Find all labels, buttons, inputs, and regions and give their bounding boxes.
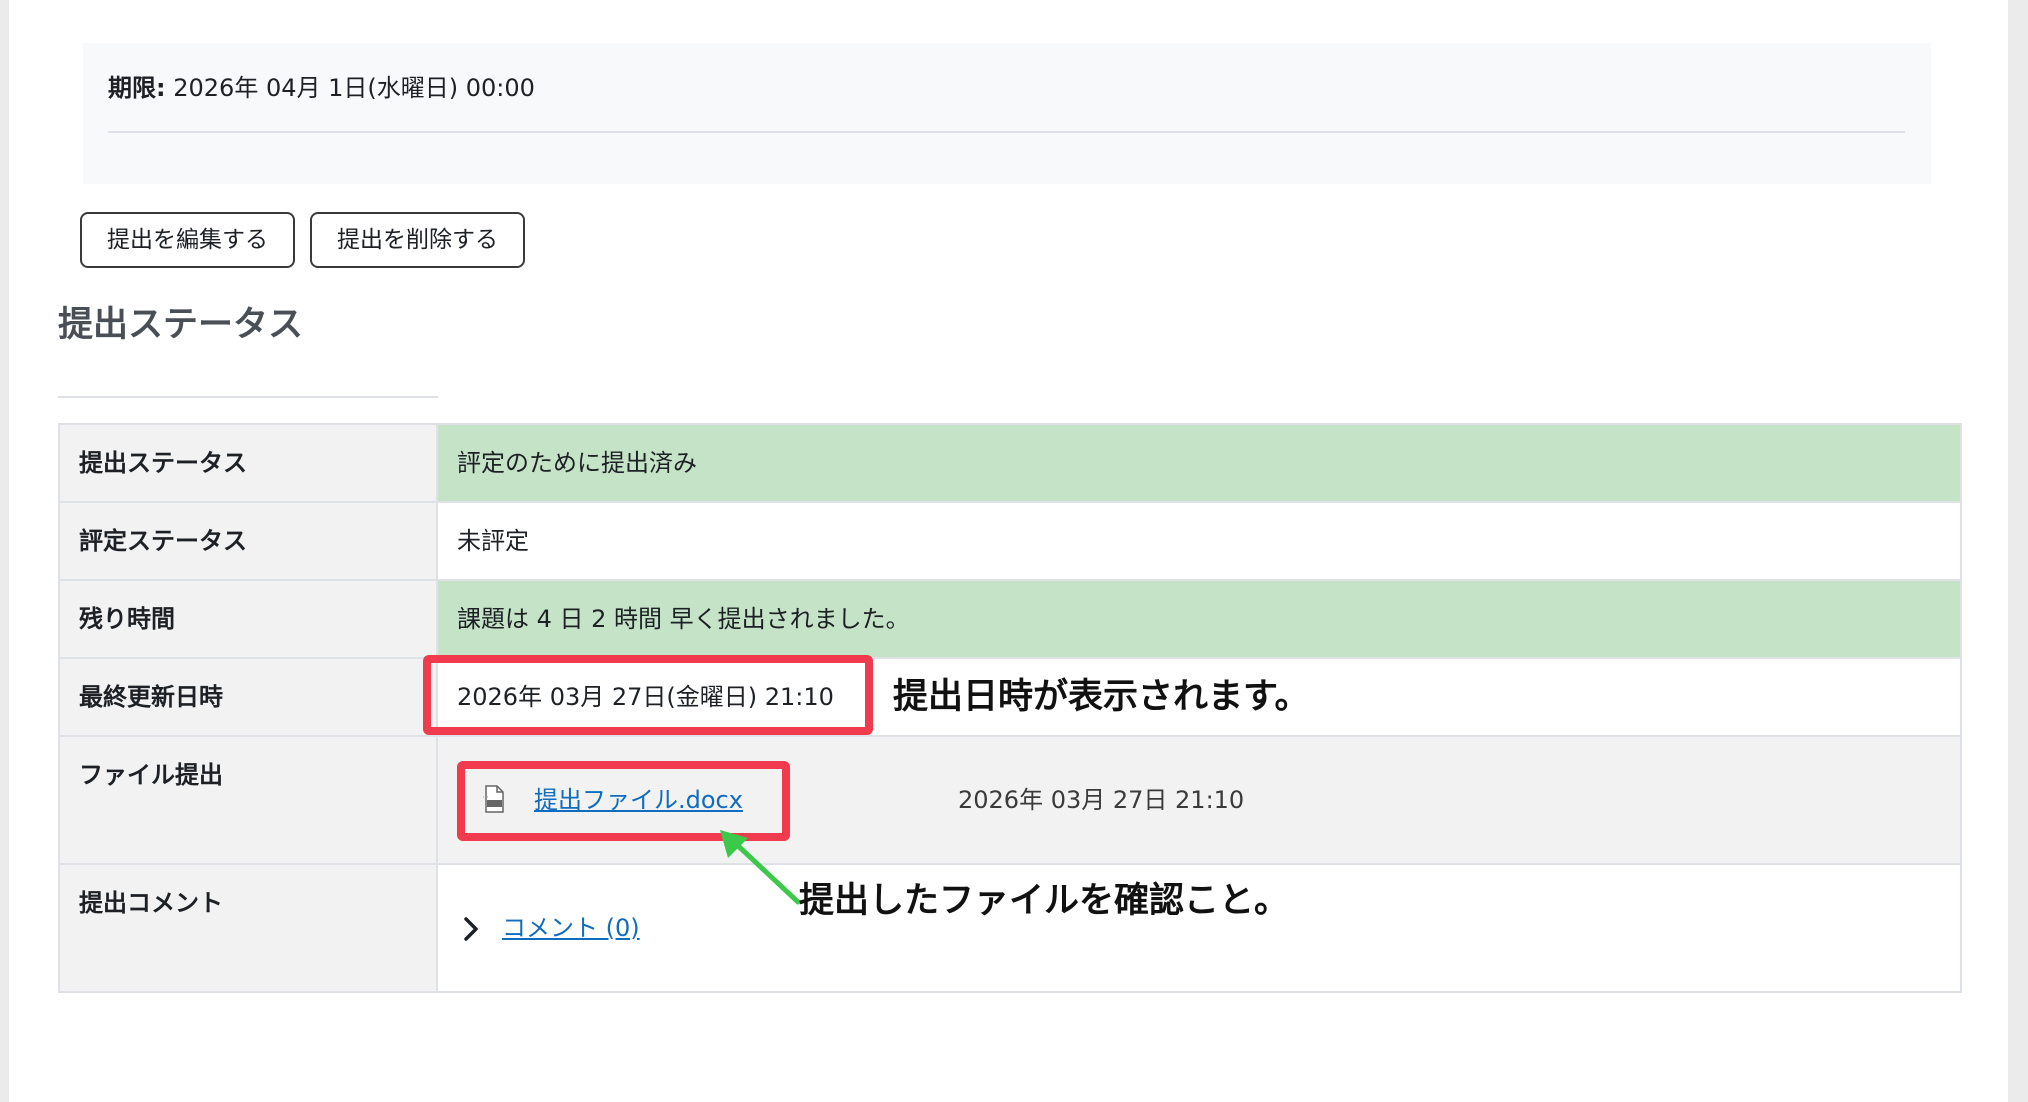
section-divider — [58, 396, 438, 398]
row-value-cell: 提出ファイル.docx 2026年 03月 27日 21:10 — [438, 737, 1960, 863]
row-label: 提出コメント — [60, 865, 438, 991]
row-label: 最終更新日時 — [60, 659, 438, 735]
table-row-file-submission: ファイル提出 提出ファイル.docx 2026年 03月 27日 21:10 — [58, 737, 1962, 865]
green-arrow — [720, 830, 801, 905]
row-label: ファイル提出 — [60, 737, 438, 863]
highlight-box-file — [457, 761, 790, 841]
delete-submission-button[interactable]: 提出を削除する — [310, 212, 525, 268]
scrollbar-gutter — [2008, 0, 2028, 1102]
edit-submission-button[interactable]: 提出を編集する — [80, 212, 295, 268]
annotation-date-note: 提出日時が表示されます。 — [893, 677, 1310, 717]
row-value: 評定のために提出済み — [438, 425, 1960, 501]
table-row-submission-status: 提出ステータス 評定のために提出済み — [58, 425, 1962, 503]
section-title: 提出ステータス — [58, 305, 304, 345]
row-label: 評定ステータス — [60, 503, 438, 579]
row-value-cell: 2026年 03月 27日(金曜日) 21:10 提出日時が表示されます。 — [423, 655, 1960, 735]
due-date-line: 期限: 2026年 04月 1日(水曜日) 00:00 — [108, 68, 535, 108]
due-date-value: 2026年 04月 1日(水曜日) 00:00 — [173, 74, 535, 102]
row-value: 課題は 4 日 2 時間 早く提出されました。 — [438, 581, 1960, 657]
comments-link[interactable]: コメント (0) — [502, 903, 640, 953]
due-date-panel — [83, 43, 1931, 184]
divider — [108, 131, 1905, 133]
row-label: 提出ステータス — [60, 425, 438, 501]
table-row-time-remaining: 残り時間 課題は 4 日 2 時間 早く提出されました。 — [58, 581, 1962, 659]
table-row-last-modified: 最終更新日時 2026年 03月 27日(金曜日) 21:10 提出日時が表示さ… — [58, 655, 1962, 737]
row-label: 残り時間 — [60, 581, 438, 657]
row-value: 未評定 — [457, 527, 529, 555]
file-date: 2026年 03月 27日 21:10 — [958, 786, 1245, 814]
due-date-label: 期限: — [108, 74, 166, 102]
page: 期限: 2026年 04月 1日(水曜日) 00:00 提出を編集する 提出を削… — [9, 0, 2008, 1102]
annotation-file-note: 提出したファイルを確認こと。 — [799, 881, 1290, 921]
chevron-right-icon[interactable] — [457, 915, 485, 943]
highlight-box-date — [423, 655, 873, 735]
table-row-grading-status: 評定ステータス 未評定 — [58, 503, 1962, 581]
